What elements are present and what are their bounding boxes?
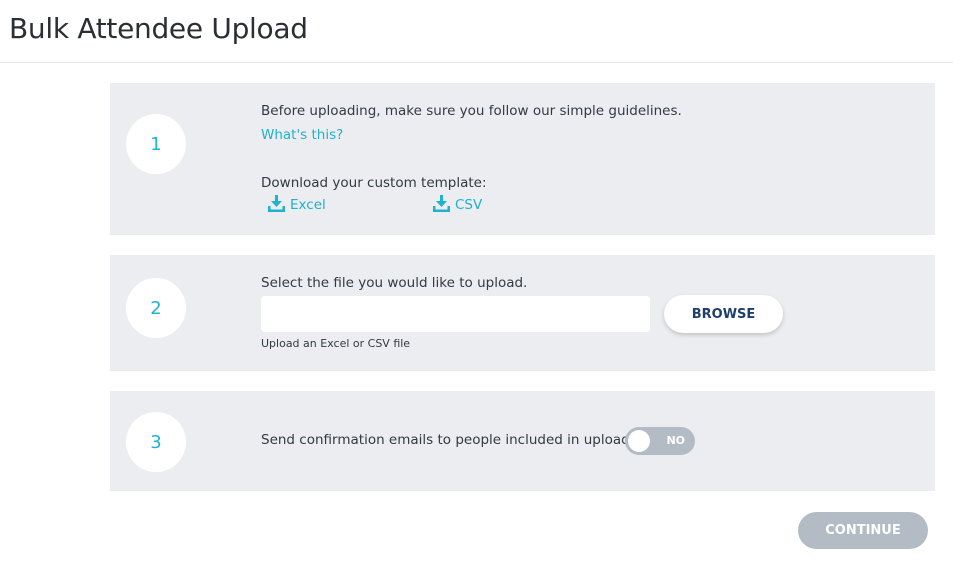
confirmation-text: Send confirmation emails to people inclu… [261, 432, 635, 448]
download-csv-link[interactable]: CSV [432, 195, 482, 213]
page-title: Bulk Attendee Upload [9, 12, 308, 45]
confirmation-email-toggle[interactable]: NO [625, 427, 695, 455]
download-icon [267, 195, 286, 213]
download-excel-label: Excel [290, 197, 326, 213]
whats-this-link[interactable]: What's this? [261, 127, 343, 143]
template-label: Download your custom template: [261, 175, 487, 191]
download-excel-link[interactable]: Excel [267, 195, 326, 213]
step-3-panel: 3 Send confirmation emails to people inc… [110, 391, 935, 491]
step-3-number: 3 [126, 412, 186, 472]
step-2-panel: 2 Select the file you would like to uplo… [110, 255, 935, 371]
step-1-number: 1 [126, 114, 186, 174]
guidelines-text: Before uploading, make sure you follow o… [261, 103, 682, 119]
browse-button[interactable]: BROWSE [664, 295, 783, 333]
toggle-knob [628, 430, 650, 452]
download-csv-label: CSV [455, 197, 483, 213]
file-input[interactable] [261, 296, 650, 332]
select-file-text: Select the file you would like to upload… [261, 275, 528, 291]
page-header: Bulk Attendee Upload [0, 0, 953, 63]
continue-button[interactable]: CONTINUE [798, 512, 928, 549]
download-icon [432, 195, 451, 213]
step-2-number: 2 [126, 278, 186, 338]
step-1-panel: 1 Before uploading, make sure you follow… [110, 83, 935, 235]
toggle-state-label: NO [666, 434, 685, 447]
file-hint: Upload an Excel or CSV file [261, 337, 411, 350]
